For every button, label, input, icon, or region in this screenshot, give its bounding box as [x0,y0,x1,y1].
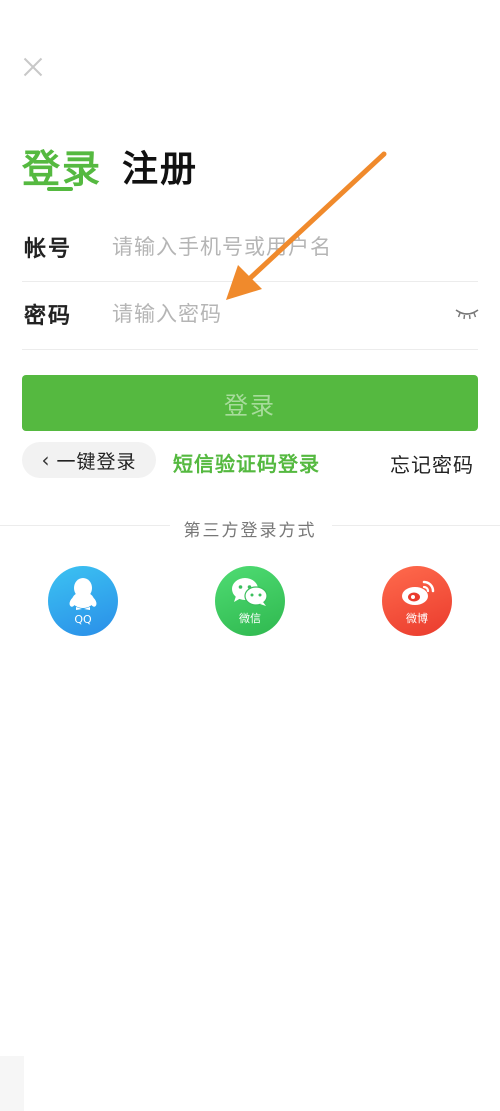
weibo-icon [402,580,435,605]
password-divider [22,349,478,350]
active-tab-indicator [47,187,73,191]
forgot-password-link[interactable]: 忘记密码 [390,449,474,478]
third-party-title: 第三方登录方式 [170,516,330,541]
password-input[interactable] [112,297,432,331]
account-input[interactable] [112,230,442,264]
wechat-icon [232,578,268,606]
third-party-divider-right [332,525,500,526]
sms-login-link[interactable]: 短信验证码登录 [173,448,320,477]
tab-login[interactable]: 登录 [22,138,102,193]
qq-icon [69,578,97,610]
weibo-login-button[interactable]: 微博 [382,566,452,636]
qq-login-button[interactable]: QQ [48,566,118,636]
qq-label: QQ [74,613,92,626]
wechat-login-button[interactable]: 微信 [215,566,285,636]
account-label: 帐号 [24,237,73,262]
chevron-left-icon: ‹ [41,448,51,472]
wechat-label: 微信 [239,612,261,625]
weibo-label: 微博 [406,612,428,625]
eye-closed-icon[interactable] [455,306,479,322]
account-divider [22,281,478,282]
edge-shade [0,1056,24,1111]
close-icon[interactable] [22,56,44,78]
third-party-divider-left [0,525,170,526]
login-button[interactable]: 登录 [22,375,478,431]
tab-register[interactable]: 注册 [122,140,198,192]
one-key-login-label: 一键登录 [56,450,137,473]
password-label: 密码 [24,304,73,329]
one-key-login-button[interactable]: ‹ 一键登录 [22,442,156,478]
